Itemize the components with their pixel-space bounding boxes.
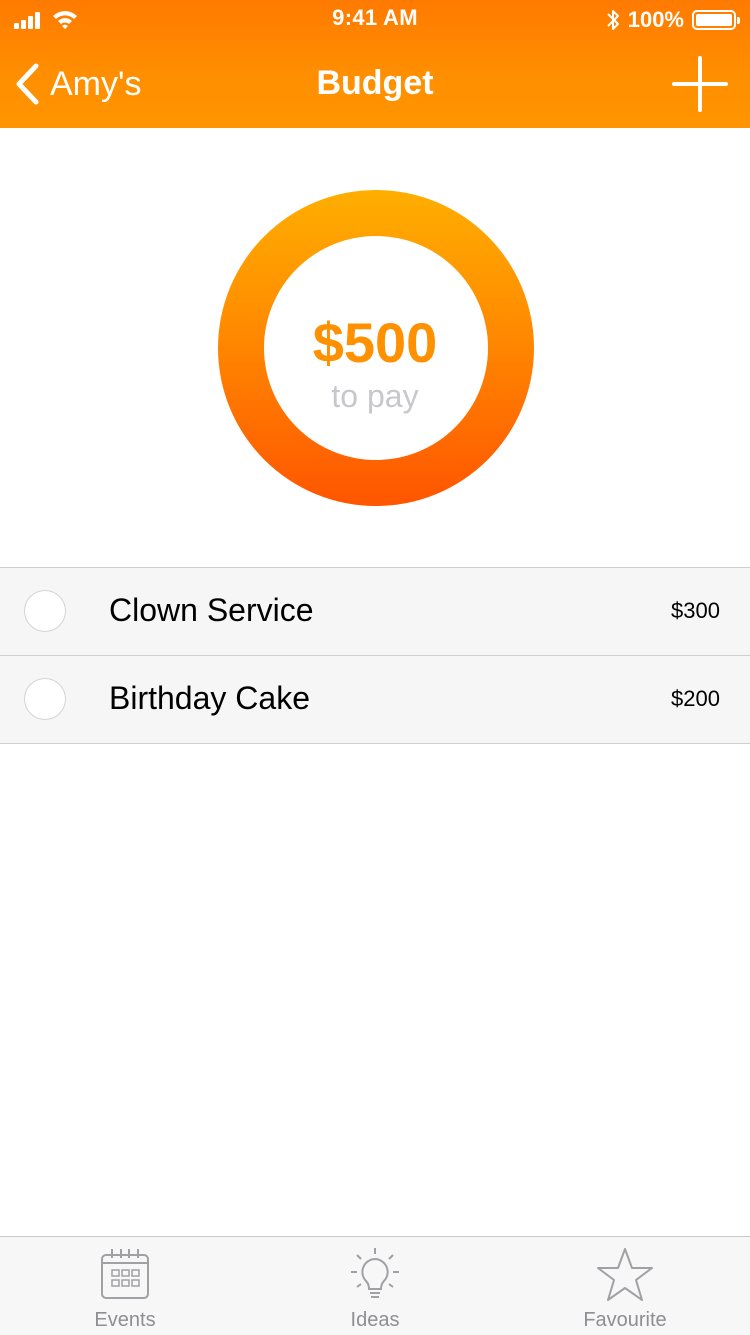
list-item[interactable]: Clown Service $300 — [0, 567, 750, 655]
list-item[interactable]: Birthday Cake $200 — [0, 655, 750, 744]
header: 9:41 AM 100% Amy's Budget — [0, 0, 750, 128]
tab-bar: Events Ideas Favourite — [0, 1236, 750, 1335]
plus-icon — [672, 56, 728, 112]
item-checkbox[interactable] — [24, 590, 66, 632]
budget-item-list: Clown Service $300 Birthday Cake $200 — [0, 567, 750, 744]
battery-icon — [692, 10, 740, 30]
bluetooth-icon — [607, 10, 619, 30]
amount-caption: to pay — [331, 378, 419, 414]
tab-ideas-label: Ideas — [350, 1309, 400, 1331]
item-price: $200 — [671, 686, 720, 711]
tab-favourite-label: Favourite — [583, 1309, 667, 1331]
item-title: Clown Service — [109, 592, 314, 628]
tab-ideas[interactable]: Ideas — [250, 1237, 500, 1335]
page-title: Budget — [316, 64, 434, 102]
item-checkbox[interactable] — [24, 678, 66, 720]
amount-to-pay: $500 — [312, 311, 438, 374]
star-icon — [597, 1248, 653, 1301]
calendar-icon — [101, 1249, 149, 1299]
item-price: $300 — [671, 598, 720, 623]
tab-favourite[interactable]: Favourite — [500, 1237, 750, 1335]
lightbulb-icon — [351, 1248, 399, 1298]
add-button[interactable] — [670, 54, 730, 114]
battery-percent: 100% — [627, 7, 684, 32]
tab-events-label: Events — [94, 1309, 156, 1331]
tab-events[interactable]: Events — [0, 1237, 250, 1335]
status-bar: 9:41 AM 100% — [0, 0, 750, 40]
item-title: Birthday Cake — [109, 680, 310, 716]
